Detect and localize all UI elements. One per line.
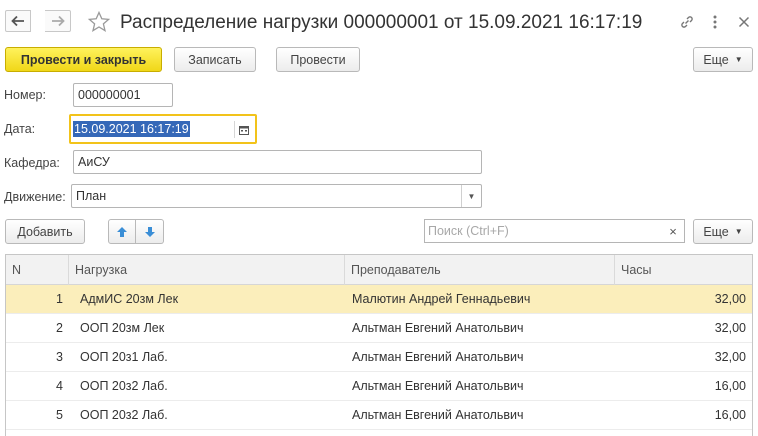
column-header-load[interactable]: Нагрузка xyxy=(69,255,345,285)
number-label: Номер: xyxy=(4,88,46,102)
row-load: ООП 20зм Лек xyxy=(80,321,165,335)
row-load: ООП 20з1 Лаб. xyxy=(80,350,168,364)
movement-select[interactable]: План ▼ xyxy=(71,184,482,208)
more-vertical-icon[interactable] xyxy=(706,13,724,31)
move-down-button[interactable] xyxy=(136,219,164,244)
forward-arrow-icon xyxy=(51,15,65,27)
date-value: 15.09.2021 16:17:19 xyxy=(73,121,190,137)
save-button[interactable]: Записать xyxy=(174,47,256,72)
column-header-teacher[interactable]: Преподаватель xyxy=(345,255,615,285)
link-icon[interactable] xyxy=(678,13,696,31)
row-number: 5 xyxy=(56,408,63,422)
row-load: ООП 20з2 Лаб. xyxy=(80,408,168,422)
number-field[interactable]: 000000001 xyxy=(73,83,173,107)
movement-value: План xyxy=(76,189,107,203)
load-table: N Нагрузка Преподаватель Часы 1 АдмИС 20… xyxy=(5,254,753,436)
row-load: АдмИС 20зм Лек xyxy=(80,292,179,306)
row-hours: 32,00 xyxy=(714,350,746,364)
column-header-n[interactable]: N xyxy=(6,255,69,285)
calendar-icon[interactable] xyxy=(234,121,252,138)
search-input[interactable]: Поиск (Ctrl+F) xyxy=(424,219,663,243)
row-teacher: Альтман Евгений Анатольвич xyxy=(352,408,524,422)
row-number: 1 xyxy=(56,292,63,306)
table-row[interactable]: 3 ООП 20з1 Лаб. Альтман Евгений Анатольв… xyxy=(6,343,752,372)
row-teacher: Альтман Евгений Анатольвич xyxy=(352,321,524,335)
back-button[interactable] xyxy=(5,10,31,32)
more-actions-label: Еще xyxy=(703,52,729,67)
date-label: Дата: xyxy=(4,122,36,136)
table-row[interactable]: 4 ООП 20з2 Лаб. Альтман Евгений Анатольв… xyxy=(6,372,752,401)
back-arrow-icon xyxy=(11,15,24,27)
close-icon[interactable] xyxy=(735,13,753,31)
more-actions-button[interactable]: Еще ▼ xyxy=(693,47,753,72)
move-up-icon xyxy=(117,226,127,237)
favorite-star-icon[interactable] xyxy=(87,10,111,34)
chevron-down-icon: ▼ xyxy=(734,227,743,236)
move-up-button[interactable] xyxy=(108,219,136,244)
table-row[interactable]: 2 ООП 20зм Лек Альтман Евгений Анатольви… xyxy=(6,314,752,343)
row-hours: 16,00 xyxy=(714,408,746,422)
table-more-button[interactable]: Еще ▼ xyxy=(693,219,753,244)
row-teacher: Альтман Евгений Анатольвич xyxy=(352,350,524,364)
dropdown-icon[interactable]: ▼ xyxy=(461,185,481,207)
add-row-button[interactable]: Добавить xyxy=(5,219,85,244)
row-number: 2 xyxy=(56,321,63,335)
table-row[interactable]: 5 ООП 20з2 Лаб. Альтман Евгений Анатольв… xyxy=(6,401,752,430)
row-number: 3 xyxy=(56,350,63,364)
post-button[interactable]: Провести xyxy=(276,47,360,72)
forward-button[interactable] xyxy=(45,10,71,32)
table-header: N Нагрузка Преподаватель Часы xyxy=(6,255,752,285)
department-field[interactable]: АиСУ xyxy=(73,150,482,174)
chevron-down-icon: ▼ xyxy=(734,55,743,64)
date-field[interactable]: 15.09.2021 16:17:19 xyxy=(69,114,257,144)
row-teacher: Альтман Евгений Анатольвич xyxy=(352,379,524,393)
clear-icon[interactable]: × xyxy=(662,219,685,243)
table-more-label: Еще xyxy=(703,224,729,239)
page-title: Распределение нагрузки 000000001 от 15.0… xyxy=(120,12,643,33)
movement-label: Движение: xyxy=(4,190,66,204)
row-hours: 16,00 xyxy=(714,379,746,393)
post-and-close-button[interactable]: Провести и закрыть xyxy=(5,47,162,72)
column-header-hours[interactable]: Часы xyxy=(615,255,752,285)
department-label: Кафедра: xyxy=(4,156,60,170)
row-hours: 32,00 xyxy=(714,321,746,335)
row-load: ООП 20з2 Лаб. xyxy=(80,379,168,393)
row-number: 4 xyxy=(56,379,63,393)
table-row[interactable]: 1 АдмИС 20зм Лек Малютин Андрей Геннадье… xyxy=(6,285,752,314)
move-down-icon xyxy=(144,226,155,237)
row-hours: 32,00 xyxy=(714,292,746,306)
row-teacher: Малютин Андрей Геннадьевич xyxy=(352,292,531,306)
